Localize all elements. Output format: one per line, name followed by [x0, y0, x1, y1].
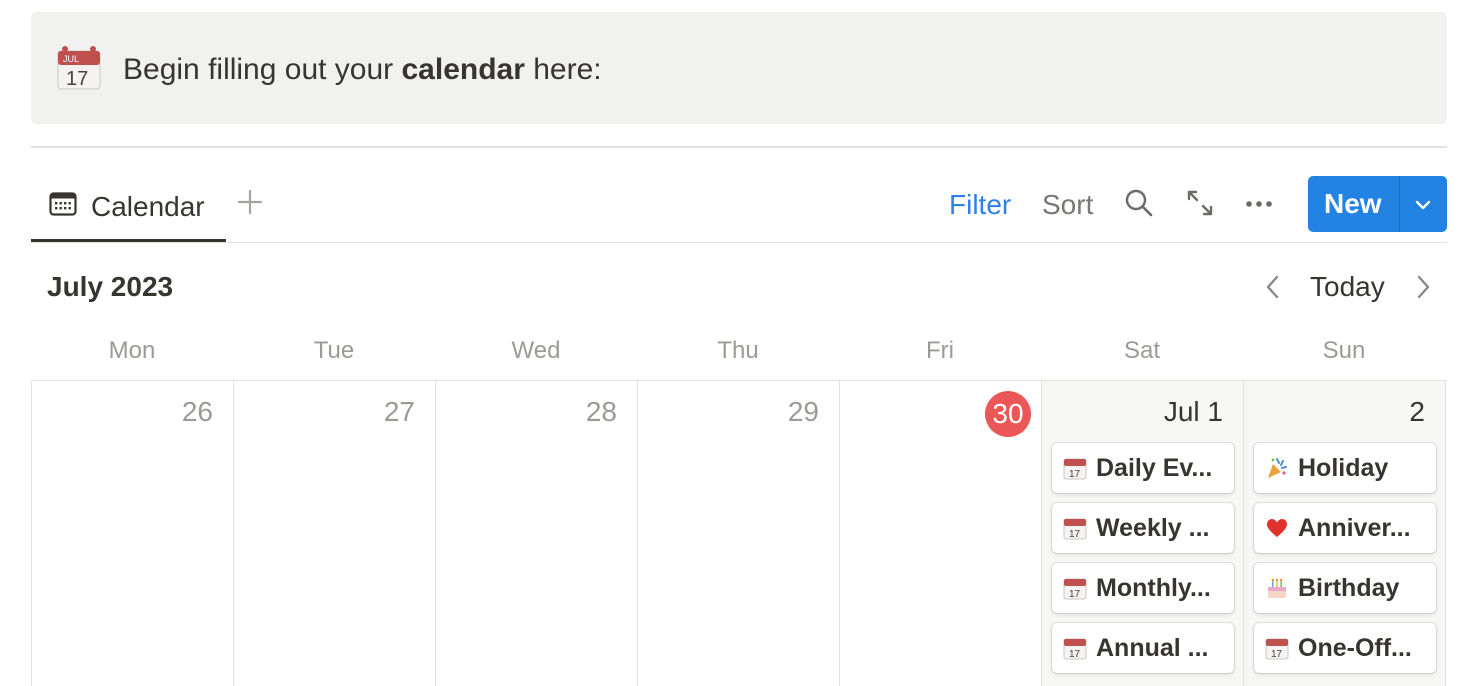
weekday-thu: Thu	[717, 337, 759, 364]
cake-icon	[1268, 578, 1286, 598]
event-card[interactable]: Holiday	[1254, 443, 1436, 493]
event-card[interactable]: Birthday	[1254, 563, 1436, 613]
day-cell[interactable]: Jul 1 17 Daily Ev... 17 Weekly ... 17 Mo…	[1042, 381, 1244, 686]
today-button[interactable]: Today	[1310, 270, 1385, 304]
event-card[interactable]: 17 Weekly ...	[1052, 503, 1234, 553]
svg-text:17: 17	[1069, 529, 1081, 540]
weekday-header: Mon Tue Wed Thu Fri Sat Sun	[31, 336, 1447, 366]
chevron-left-icon[interactable]	[1260, 273, 1286, 301]
event-title: Annual ...	[1096, 634, 1209, 662]
svg-text:17: 17	[1271, 649, 1283, 660]
event-title: Daily Ev...	[1096, 454, 1213, 482]
event-title: Birthday	[1298, 574, 1400, 602]
callout-block: JUL 17 Begin filling out your calendar h…	[31, 12, 1447, 124]
day-number: 2	[1409, 396, 1425, 427]
day-number: 26	[181, 396, 213, 427]
sort-button[interactable]: Sort	[1042, 188, 1093, 222]
event-card[interactable]: 17 One-Off...	[1254, 623, 1436, 673]
calendar-icon: 17	[1063, 578, 1087, 600]
weekday-fri: Fri	[926, 337, 954, 364]
more-icon[interactable]	[1244, 188, 1274, 218]
chevron-down-icon[interactable]	[1412, 194, 1434, 216]
day-cell[interactable]: 2 Holiday Anniver... Birthday 17 One-Off…	[1244, 381, 1446, 686]
callout-bold-text: calendar	[401, 53, 525, 86]
day-number: Jul 1	[1163, 396, 1223, 427]
new-button-label: New	[1324, 188, 1382, 219]
weekday-mon: Mon	[108, 337, 156, 364]
weekday-wed: Wed	[511, 337, 561, 364]
day-cell[interactable]: 29	[638, 381, 840, 686]
calendar-icon: 17	[1063, 518, 1087, 540]
divider	[31, 146, 1447, 148]
new-button-divider	[1399, 176, 1400, 232]
calendar-icon: 17	[1265, 638, 1289, 660]
search-icon[interactable]	[1124, 188, 1154, 218]
event-title: Anniver...	[1298, 514, 1411, 542]
calendar-icon: JUL 17	[57, 46, 101, 90]
day-number: 28	[585, 396, 617, 427]
day-number: 29	[787, 396, 819, 427]
event-card[interactable]: 17 Annual ...	[1052, 623, 1234, 673]
tab-label: Calendar	[91, 191, 205, 222]
event-card[interactable]: 17 Monthly...	[1052, 563, 1234, 613]
calendar-icon: 17	[1063, 638, 1087, 660]
month-title: July 2023	[47, 271, 174, 302]
tab-calendar[interactable]: Calendar	[31, 180, 226, 242]
weekday-tue: Tue	[313, 337, 355, 364]
weekday-sun: Sun	[1322, 337, 1366, 364]
heart-icon	[1267, 519, 1287, 537]
svg-text:17: 17	[1069, 589, 1081, 600]
day-cell[interactable]: 27	[234, 381, 436, 686]
weekday-sat: Sat	[1123, 337, 1161, 364]
svg-text:JUL: JUL	[63, 54, 79, 64]
event-title: Monthly...	[1096, 574, 1211, 602]
filter-button[interactable]: Filter	[949, 188, 1011, 222]
day-cell[interactable]: 26	[32, 381, 234, 686]
svg-text:17: 17	[1069, 469, 1081, 480]
day-cell-today[interactable]: 30	[840, 381, 1042, 686]
svg-text:17: 17	[66, 68, 88, 90]
event-title: Weekly ...	[1096, 514, 1210, 542]
event-card[interactable]: 17 Daily Ev...	[1052, 443, 1234, 493]
party-popper-icon	[1268, 458, 1287, 478]
event-title: Holiday	[1298, 454, 1389, 482]
day-number: 27	[383, 396, 415, 427]
calendar-grid: 26 27 28 29 30 Jul 1 17 Daily Ev... 17 W…	[31, 380, 1447, 686]
svg-text:17: 17	[1069, 649, 1081, 660]
chevron-right-icon[interactable]	[1410, 273, 1436, 301]
expand-icon[interactable]	[1185, 188, 1215, 218]
callout-text: Begin filling out your calendar here:	[123, 53, 602, 86]
calendar-grid-icon	[49, 192, 77, 216]
toolbar-divider	[31, 242, 1447, 243]
event-card[interactable]: Anniver...	[1254, 503, 1436, 553]
day-cell[interactable]: 28	[436, 381, 638, 686]
calendar-icon: 17	[1063, 458, 1087, 480]
today-badge: 30	[985, 391, 1031, 437]
new-button[interactable]: New	[1308, 176, 1447, 232]
add-view-icon[interactable]	[236, 188, 264, 216]
event-title: One-Off...	[1298, 634, 1412, 662]
